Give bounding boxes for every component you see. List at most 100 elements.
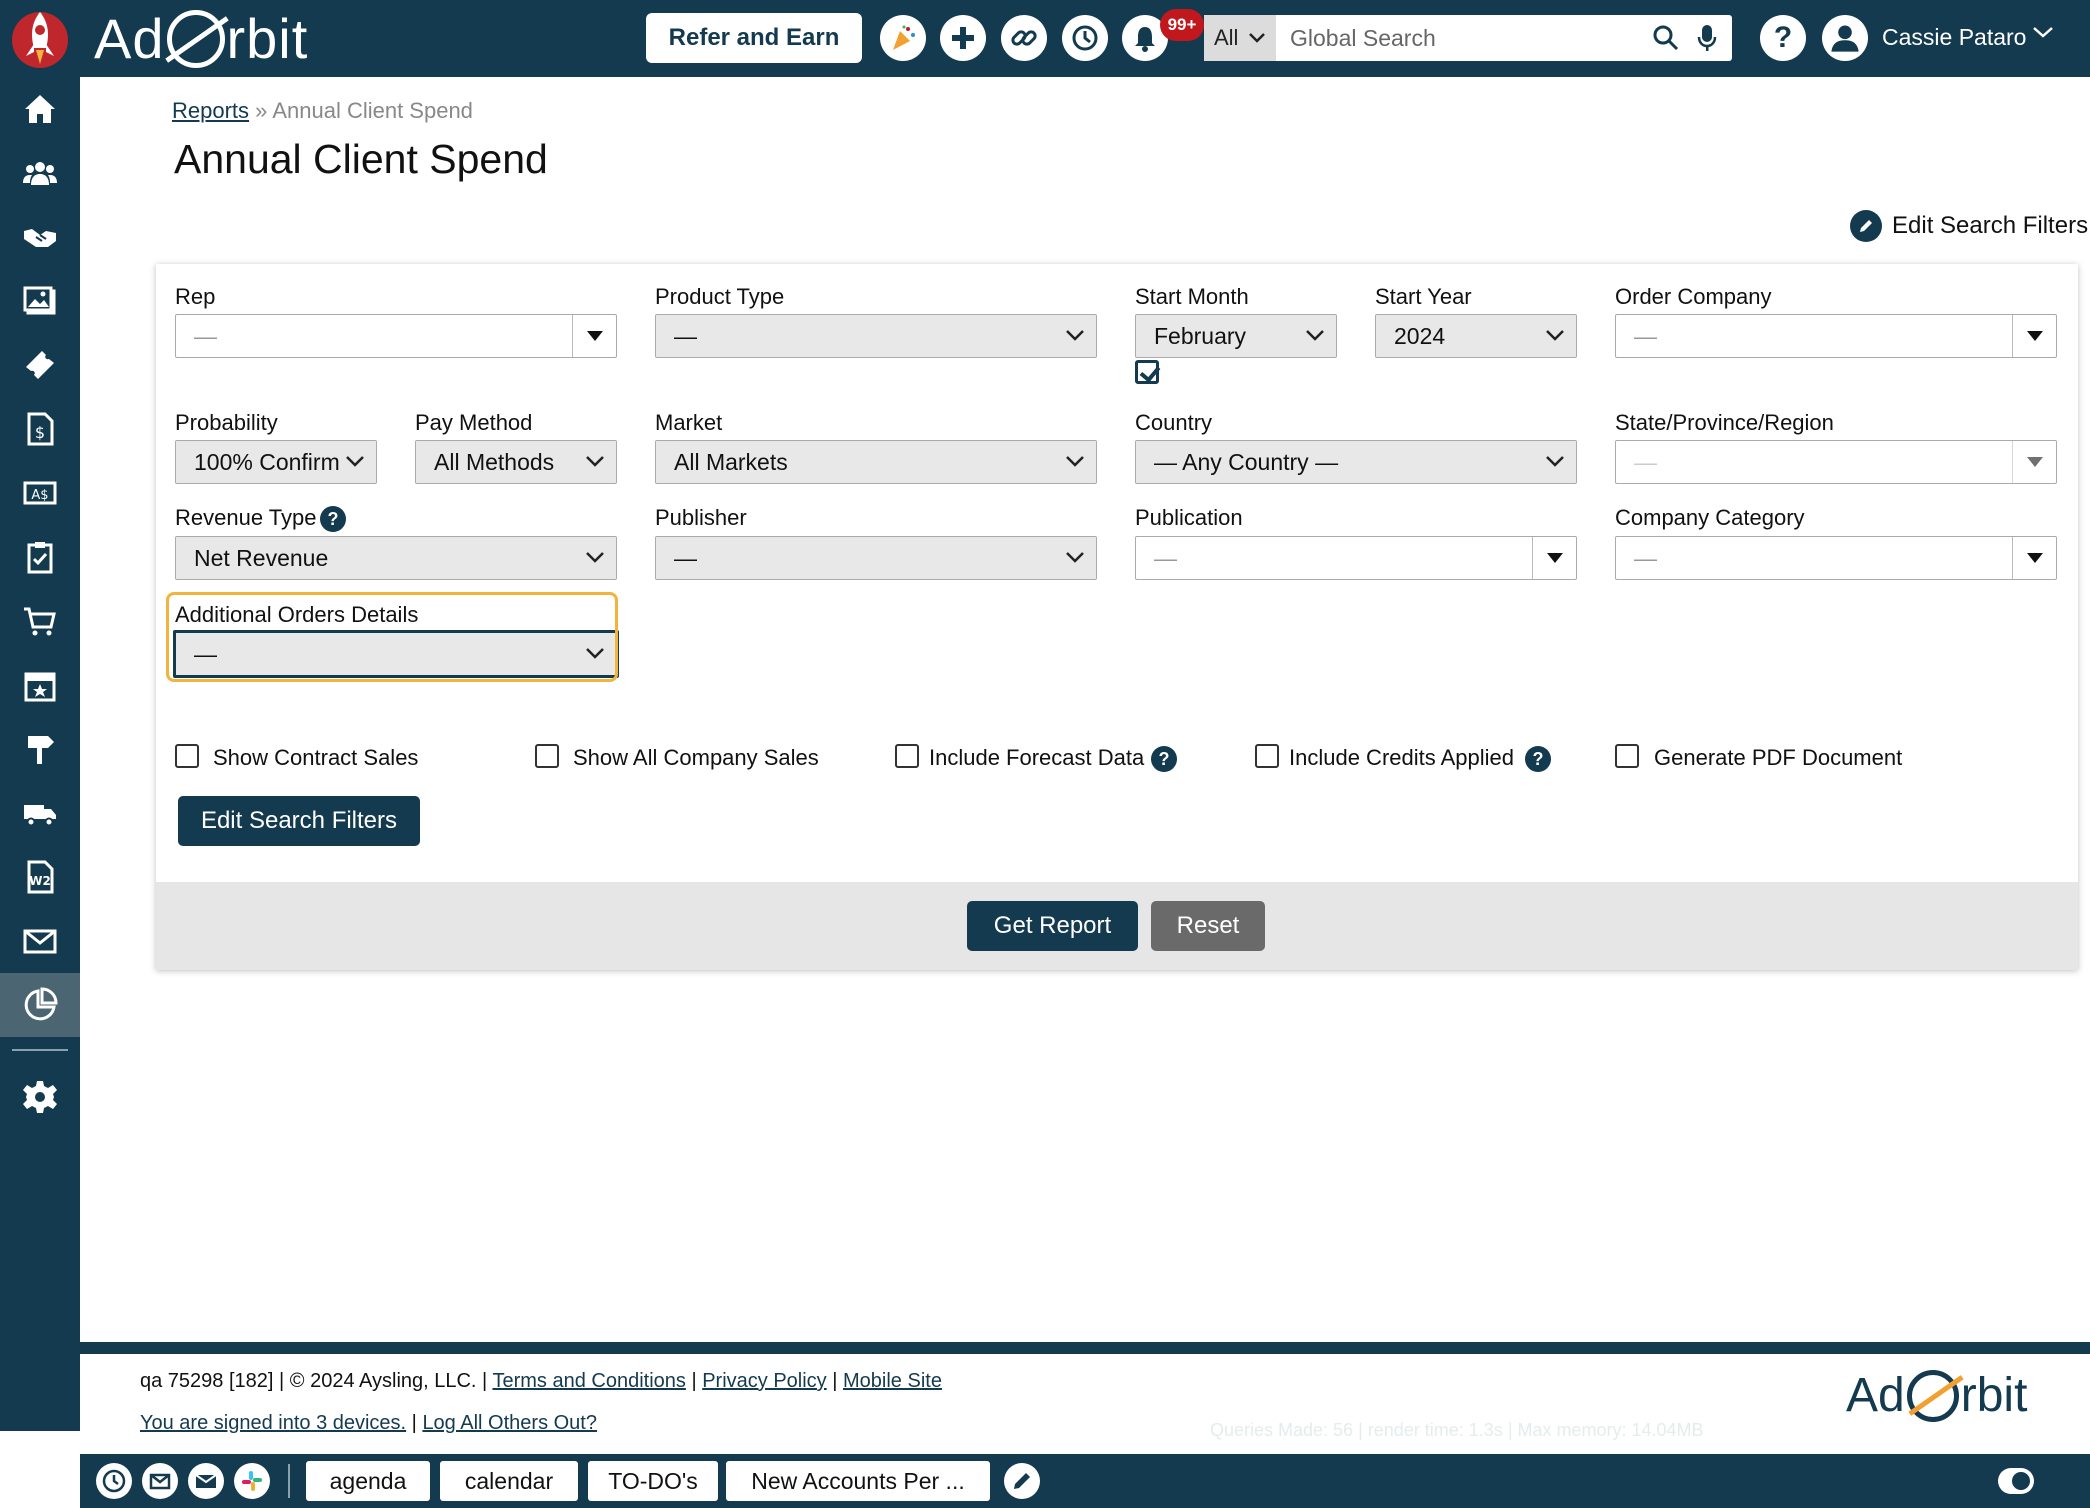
adorbit-logo[interactable]: Ad rbit — [94, 6, 308, 71]
include-credits-applied-checkbox[interactable] — [1255, 744, 1279, 768]
revenue-type-value: Net Revenue — [194, 544, 329, 571]
sidebar-item-signage[interactable] — [0, 717, 80, 781]
publisher-select[interactable]: — — [655, 536, 1097, 580]
publisher-value: — — [674, 544, 697, 571]
sidebar-item-w2[interactable]: W2 — [0, 845, 80, 909]
user-name[interactable]: Cassie Pataro — [1882, 24, 2026, 51]
order-company-label: Order Company — [1615, 284, 1772, 309]
taskbar-tab-calendar[interactable]: calendar — [440, 1461, 578, 1501]
product-type-select[interactable]: — — [655, 314, 1097, 358]
sidebar-item-settings[interactable] — [0, 1065, 80, 1129]
edit-search-filters-button[interactable]: Edit Search Filters — [178, 796, 420, 846]
mobile-site-link[interactable]: Mobile Site — [843, 1370, 942, 1392]
get-report-button[interactable]: Get Report — [967, 901, 1138, 951]
chevron-down-icon — [1066, 552, 1084, 563]
publication-select[interactable]: — — [1135, 536, 1577, 580]
state-value: — — [1634, 448, 1657, 475]
mail-icon[interactable] — [142, 1463, 178, 1499]
sidebar-item-media[interactable] — [0, 269, 80, 333]
sidebar-divider — [12, 1049, 68, 1051]
footer-logo-rbit: rbit — [1960, 1369, 2028, 1422]
order-company-select[interactable]: — — [1615, 314, 2057, 358]
taskbar-tab-new-accounts[interactable]: New Accounts Per ... — [726, 1461, 990, 1501]
chevron-down-icon — [586, 552, 604, 563]
revenue-type-select[interactable]: Net Revenue — [175, 536, 617, 580]
page-title: Annual Client Spend — [174, 136, 548, 182]
rocket-logo-icon[interactable] — [8, 4, 72, 70]
sidebar-item-orders[interactable] — [0, 589, 80, 653]
forecast-help-icon[interactable]: ? — [1151, 746, 1177, 772]
footer-stats: Queries Made: 56 | render time: 1.3s | M… — [1210, 1420, 1704, 1440]
show-contract-sales-checkbox[interactable] — [175, 744, 199, 768]
sidebar-item-calendar[interactable] — [0, 653, 80, 717]
chevron-down-icon — [1546, 456, 1564, 467]
sidebar-item-contacts[interactable] — [0, 141, 80, 205]
taskbar-tab-todos[interactable]: TO-DO's — [588, 1461, 718, 1501]
privacy-link[interactable]: Privacy Policy — [702, 1370, 826, 1392]
compose-mail-icon[interactable] — [188, 1463, 224, 1499]
sidebar-item-invoices[interactable]: $ — [0, 397, 80, 461]
global-search-input[interactable] — [1276, 15, 1652, 61]
history-icon[interactable] — [1062, 15, 1108, 61]
chevron-down-icon — [1066, 330, 1084, 341]
logo-text-rbit: rbit — [226, 7, 309, 70]
terms-link[interactable]: Terms and Conditions — [492, 1370, 685, 1392]
start-month-select[interactable]: February — [1135, 314, 1337, 358]
state-select[interactable]: — — [1615, 440, 2057, 484]
help-icon[interactable]: ? — [1760, 15, 1806, 61]
footer-logo: Ad rbit — [1846, 1368, 2027, 1423]
devices-link[interactable]: You are signed into 3 devices. — [140, 1412, 406, 1434]
refer-and-earn-button[interactable]: Refer and Earn — [646, 13, 862, 63]
market-select[interactable]: All Markets — [655, 440, 1097, 484]
clock-icon[interactable] — [96, 1463, 132, 1499]
sidebar-item-delivery[interactable] — [0, 781, 80, 845]
breadcrumb: Reports » Annual Client Spend — [172, 98, 473, 124]
revenue-type-help-icon[interactable]: ? — [320, 506, 346, 532]
generate-pdf-checkbox[interactable] — [1615, 744, 1639, 768]
link-icon[interactable] — [1001, 15, 1047, 61]
start-month-checkbox[interactable] — [1135, 360, 1159, 384]
edit-search-filters-link[interactable]: Edit Search Filters — [1850, 210, 2088, 242]
breadcrumb-reports-link[interactable]: Reports — [172, 98, 249, 123]
sidebar-item-deals[interactable] — [0, 205, 80, 269]
currency-icon: A$ — [23, 481, 57, 505]
taskbar-tab-agenda[interactable]: agenda — [306, 1461, 430, 1501]
sidebar-item-home[interactable] — [0, 77, 80, 141]
search-scope-select[interactable]: All — [1204, 15, 1276, 61]
reports-icon — [24, 987, 58, 1021]
search-icon[interactable] — [1652, 24, 1680, 52]
include-forecast-data-checkbox[interactable] — [895, 744, 919, 768]
chevron-down-icon — [1546, 330, 1564, 341]
sidebar-item-tickets[interactable] — [0, 333, 80, 397]
mail-icon — [23, 929, 57, 954]
focus-ring — [166, 592, 618, 682]
microphone-icon[interactable] — [1696, 23, 1718, 53]
show-all-company-sales-checkbox[interactable] — [535, 744, 559, 768]
sidebar-item-mail[interactable] — [0, 909, 80, 973]
edit-taskbar-pencil-icon[interactable] — [1004, 1463, 1040, 1499]
pay-method-select[interactable]: All Methods — [415, 440, 617, 484]
sidebar-item-tasks[interactable] — [0, 525, 80, 589]
user-menu-chevron-icon[interactable] — [2032, 25, 2054, 39]
logo-text-ad: Ad — [94, 7, 165, 70]
user-avatar-icon[interactable] — [1822, 15, 1868, 61]
sidebar-item-reports[interactable] — [0, 973, 80, 1037]
company-category-select[interactable]: — — [1615, 536, 2057, 580]
party-popper-icon[interactable] — [880, 15, 926, 61]
dropdown-arrow-icon — [2012, 315, 2056, 357]
add-icon[interactable] — [940, 15, 986, 61]
market-value: All Markets — [674, 448, 788, 475]
theme-toggle[interactable] — [1998, 1468, 2034, 1494]
start-year-select[interactable]: 2024 — [1375, 314, 1577, 358]
sidebar-item-currency[interactable]: A$ — [0, 461, 80, 525]
pencil-icon — [1850, 210, 1882, 242]
company-category-label: Company Category — [1615, 505, 1805, 530]
footer-divider — [80, 1342, 2090, 1354]
reset-button[interactable]: Reset — [1151, 901, 1265, 951]
logout-others-link[interactable]: Log All Others Out? — [422, 1412, 597, 1434]
rep-select[interactable]: — — [175, 314, 617, 358]
probability-select[interactable]: 100% Confirm — [175, 440, 377, 484]
credits-help-icon[interactable]: ? — [1525, 746, 1551, 772]
country-select[interactable]: — Any Country — — [1135, 440, 1577, 484]
slack-icon[interactable] — [234, 1463, 270, 1499]
